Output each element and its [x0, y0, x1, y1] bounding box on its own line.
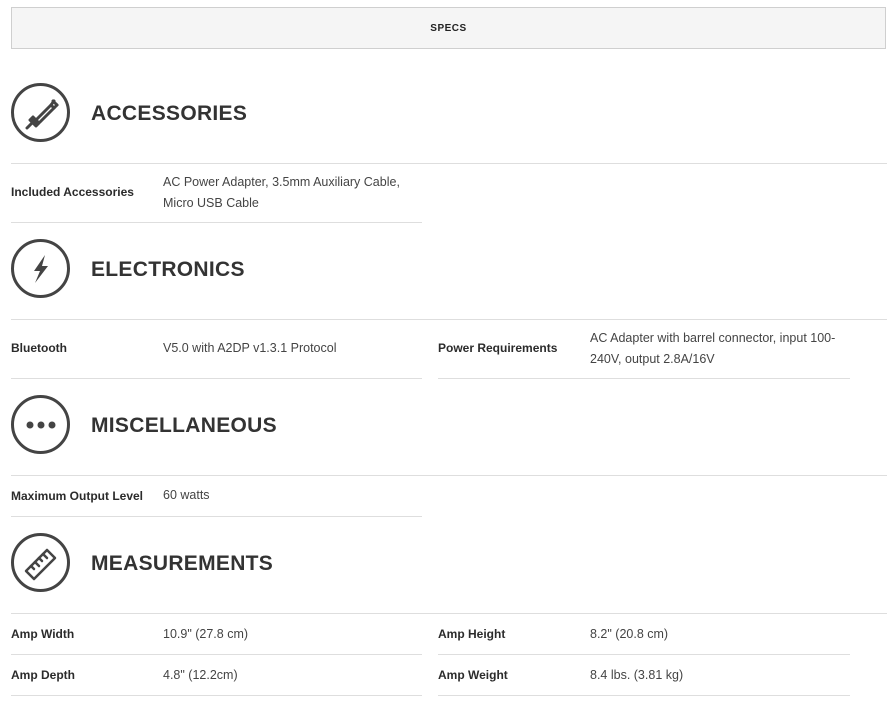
spec-row: Included Accessories AC Power Adapter, 3… — [11, 164, 422, 223]
lightning-bolt-icon — [11, 239, 70, 298]
spec-label: Included Accessories — [11, 185, 134, 199]
spec-row: Amp Depth 4.8" (12.2cm) — [11, 655, 422, 696]
section-title-electronics: ELECTRONICS — [91, 258, 245, 281]
spec-label: Maximum Output Level — [11, 489, 144, 503]
specs-tab[interactable]: SPECS — [11, 7, 886, 49]
section-title-miscellaneous: MISCELLANEOUS — [91, 414, 277, 437]
spec-row: Amp Width 10.9" (27.8 cm) — [11, 614, 422, 655]
spec-value: AC Adapter with barrel connector, input … — [590, 331, 836, 366]
spec-value: 10.9" (27.8 cm) — [163, 627, 249, 641]
audio-cable-icon — [11, 83, 70, 142]
spec-value: 8.4 lbs. (3.81 kg) — [590, 668, 684, 682]
section-electronics-header: ELECTRONICS — [11, 238, 887, 320]
specs-tab-label: SPECS — [430, 22, 467, 34]
spec-label: Power Requirements — [438, 341, 558, 355]
spec-label: Amp Height — [438, 627, 506, 641]
section-miscellaneous-header: MISCELLANEOUS — [11, 394, 887, 476]
spec-value: V5.0 with A2DP v1.3.1 Protocol — [163, 341, 337, 355]
section-measurements-header: MEASUREMENTS — [11, 532, 887, 614]
section-title-measurements: MEASUREMENTS — [91, 552, 274, 575]
spec-row: Amp Height 8.2" (20.8 cm) — [438, 614, 850, 655]
spec-label: Bluetooth — [11, 341, 67, 355]
section-accessories-header: ACCESSORIES — [11, 82, 887, 164]
ruler-icon — [11, 533, 70, 592]
spec-row: Bluetooth V5.0 with A2DP v1.3.1 Protocol — [11, 320, 422, 379]
spec-row: Amp Weight 8.4 lbs. (3.81 kg) — [438, 655, 850, 696]
spec-label: Amp Depth — [11, 668, 75, 682]
more-dots-icon — [11, 395, 70, 454]
spec-value: 8.2" (20.8 cm) — [590, 627, 669, 641]
spec-row: Maximum Output Level 60 watts — [11, 476, 422, 517]
spec-label: Amp Width — [11, 627, 75, 641]
spec-label: Amp Weight — [438, 668, 508, 682]
section-title-accessories: ACCESSORIES — [91, 102, 248, 125]
spec-row: Power Requirements AC Adapter with barre… — [438, 320, 850, 379]
spec-value: 4.8" (12.2cm) — [163, 668, 238, 682]
spec-value: AC Power Adapter, 3.5mm Auxiliary Cable,… — [163, 175, 400, 210]
spec-value: 60 watts — [163, 488, 210, 502]
